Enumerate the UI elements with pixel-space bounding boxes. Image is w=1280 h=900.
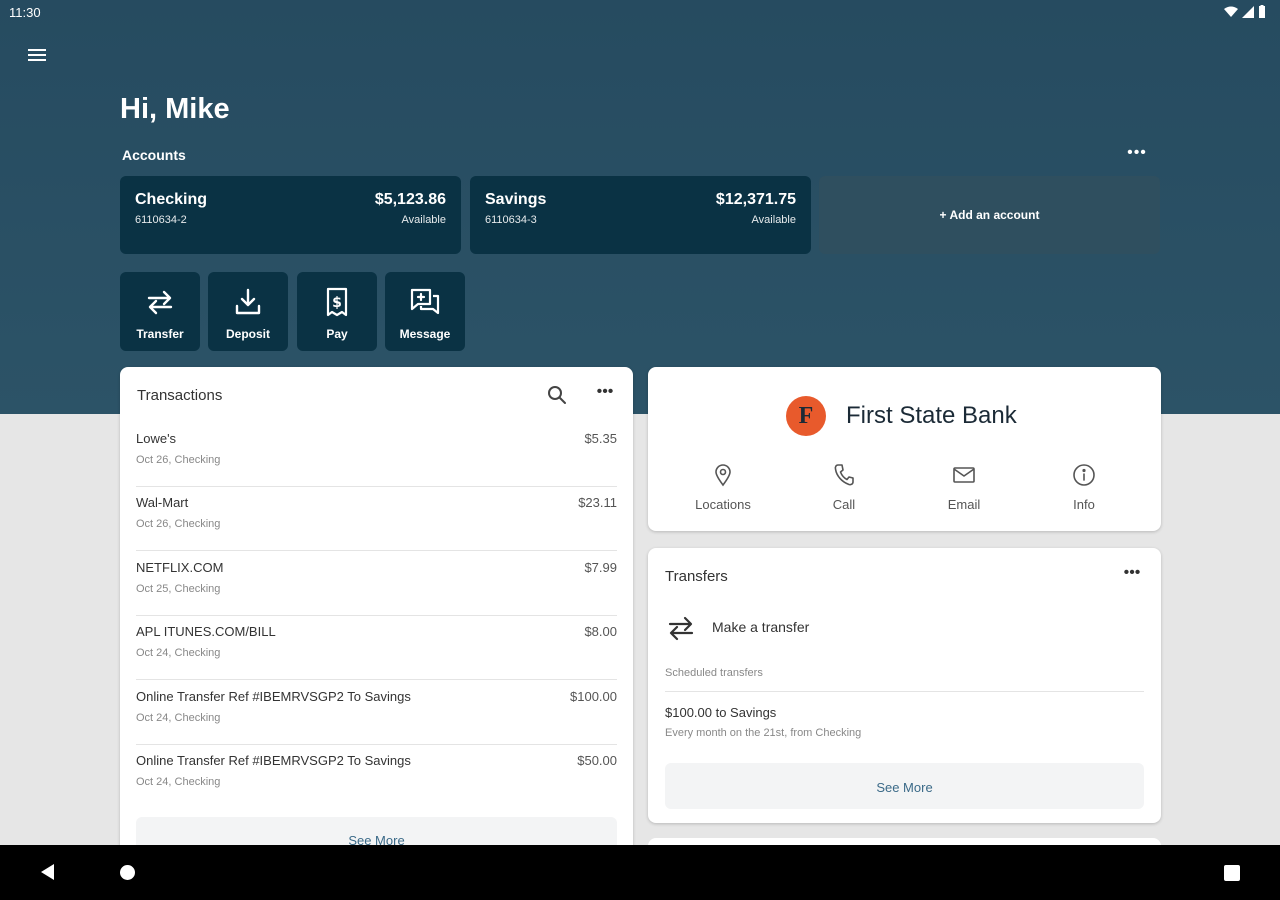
wifi-icon: [1224, 6, 1238, 17]
transaction-amount: $50.00: [577, 753, 617, 768]
battery-icon: [1259, 5, 1265, 18]
action-label: Deposit: [225, 327, 270, 341]
deposit-button[interactable]: Deposit: [208, 272, 288, 351]
transfers-see-more-button[interactable]: See More: [665, 763, 1144, 809]
bank-name: First State Bank: [846, 402, 1017, 429]
transfer-button[interactable]: Transfer: [120, 272, 200, 351]
account-balance: $5,123.86: [374, 191, 446, 208]
transaction-name: Wal-Mart: [136, 495, 189, 510]
locations-label: Locations: [695, 497, 751, 512]
transaction-row[interactable]: NETFLIX.COM Oct 25, Checking $7.99: [136, 552, 617, 616]
back-icon[interactable]: [38, 862, 56, 882]
transaction-subtext: Oct 26, Checking: [136, 518, 221, 530]
transaction-subtext: Oct 24, Checking: [136, 712, 221, 724]
scheduled-transfer-subtext: Every month on the 21st, from Checking: [665, 727, 862, 739]
transaction-subtext: Oct 24, Checking: [136, 776, 221, 788]
status-bar: 11:30: [0, 0, 1280, 26]
info-label: Info: [1073, 497, 1095, 512]
locations-button[interactable]: Locations: [673, 463, 773, 512]
pay-button[interactable]: $ Pay: [297, 272, 377, 351]
call-button[interactable]: Call: [794, 463, 894, 512]
transaction-amount: $5.35: [584, 431, 617, 446]
recents-icon[interactable]: [1224, 865, 1240, 881]
make-transfer-button[interactable]: Make a transfer: [665, 608, 1145, 648]
pay-icon: $: [326, 287, 348, 317]
transaction-name: Online Transfer Ref #IBEMRVSGP2 To Savin…: [136, 753, 411, 768]
transaction-amount: $8.00: [584, 624, 617, 639]
transaction-name: Lowe's: [136, 431, 177, 446]
action-label: Message: [399, 327, 451, 341]
transaction-amount: $7.99: [584, 560, 617, 575]
location-pin-icon: [715, 464, 731, 487]
account-balance-label: Available: [751, 214, 796, 226]
make-transfer-label: Make a transfer: [712, 619, 810, 635]
transaction-row[interactable]: APL ITUNES.COM/BILL Oct 24, Checking $8.…: [136, 616, 617, 680]
account-balance: $12,371.75: [715, 191, 796, 208]
scheduled-transfer-item[interactable]: $100.00 to Savings Every month on the 21…: [665, 705, 1144, 749]
transaction-amount: $100.00: [570, 689, 617, 704]
transfer-icon: [668, 616, 694, 641]
hamburger-menu-icon[interactable]: [25, 46, 49, 68]
accounts-label: Accounts: [122, 147, 186, 163]
transactions-title: Transactions: [137, 387, 223, 404]
transaction-row[interactable]: Wal-Mart Oct 26, Checking $23.11: [136, 487, 617, 551]
message-icon: [410, 288, 440, 315]
transaction-row[interactable]: Lowe's Oct 26, Checking $5.35: [136, 423, 617, 487]
transaction-row[interactable]: Online Transfer Ref #IBEMRVSGP2 To Savin…: [136, 681, 617, 745]
transactions-more-icon[interactable]: •••: [594, 384, 616, 403]
scheduled-transfer-title: $100.00 to Savings: [665, 705, 777, 720]
transaction-subtext: Oct 25, Checking: [136, 583, 221, 595]
scheduled-transfers-label: Scheduled transfers: [665, 667, 763, 679]
greeting: Hi, Mike: [120, 93, 230, 125]
svg-text:$: $: [332, 295, 342, 311]
transaction-row[interactable]: Online Transfer Ref #IBEMRVSGP2 To Savin…: [136, 745, 617, 809]
account-name: Checking: [135, 191, 208, 208]
transfers-more-icon[interactable]: •••: [1121, 565, 1143, 584]
status-time: 11:30: [9, 5, 41, 20]
home-icon[interactable]: [120, 865, 135, 880]
action-label: Transfer: [136, 327, 184, 341]
transaction-subtext: Oct 26, Checking: [136, 454, 221, 466]
email-icon: [953, 467, 975, 483]
status-icons: [1224, 5, 1266, 18]
message-button[interactable]: Message: [385, 272, 465, 351]
action-label: Pay: [326, 327, 348, 341]
account-number: 6110634-3: [485, 214, 537, 226]
account-number: 6110634-2: [135, 214, 187, 226]
divider: [665, 691, 1144, 692]
transaction-amount: $23.11: [578, 495, 617, 510]
transaction-subtext: Oct 24, Checking: [136, 647, 221, 659]
bank-logo: F: [786, 396, 826, 436]
phone-icon: [834, 464, 854, 486]
info-button[interactable]: Info: [1034, 463, 1134, 512]
account-balance-label: Available: [401, 214, 446, 226]
info-icon: [1073, 464, 1095, 486]
system-navigation-bar: [0, 845, 1280, 900]
transaction-name: Online Transfer Ref #IBEMRVSGP2 To Savin…: [136, 689, 411, 704]
email-button[interactable]: Email: [914, 463, 1014, 512]
account-card-checking[interactable]: Checking 6110634-2 $5,123.86 Available: [120, 176, 461, 254]
deposit-icon: [235, 288, 261, 315]
transfer-icon: [147, 290, 173, 315]
add-account-button[interactable]: + Add an account: [819, 176, 1160, 254]
transaction-name: APL ITUNES.COM/BILL: [136, 624, 276, 639]
signal-icon: [1242, 5, 1254, 18]
transfers-title: Transfers: [665, 568, 728, 585]
account-name: Savings: [485, 191, 547, 208]
search-icon[interactable]: [546, 384, 568, 406]
call-label: Call: [832, 497, 856, 512]
accounts-more-icon[interactable]: •••: [1125, 145, 1149, 162]
email-label: Email: [947, 497, 981, 512]
account-card-savings[interactable]: Savings 6110634-3 $12,371.75 Available: [470, 176, 811, 254]
transaction-name: NETFLIX.COM: [136, 560, 224, 575]
